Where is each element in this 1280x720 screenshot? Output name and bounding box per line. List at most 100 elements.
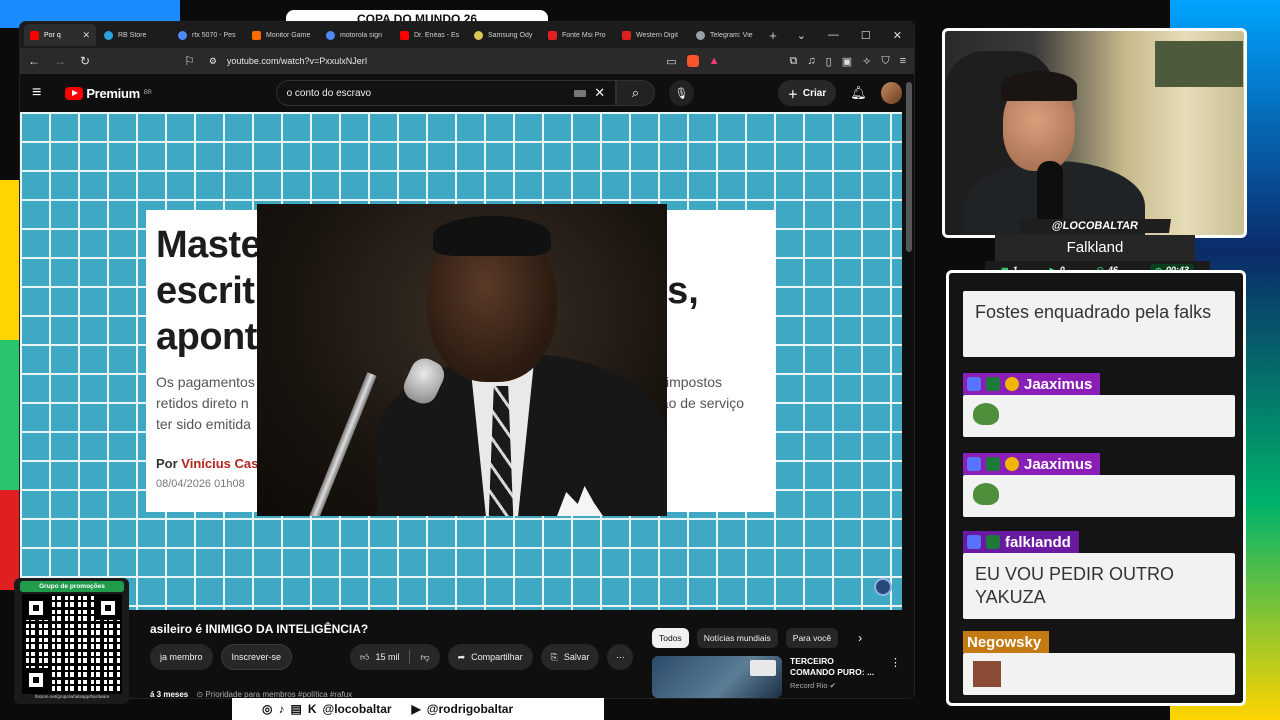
wallet-icon[interactable]: ▣ [842, 55, 852, 68]
chip-todos[interactable]: Todos [652, 628, 689, 648]
keyboard-icon[interactable] [574, 89, 587, 97]
rec-thumbnail[interactable] [652, 656, 782, 698]
coin-badge-icon [1005, 457, 1019, 471]
chip-para-voce[interactable]: Para você [785, 628, 839, 648]
maximize-icon[interactable]: ☐ [861, 29, 871, 42]
menu-icon[interactable]: ≡ [900, 55, 906, 67]
window-controls: ⌄ — ☐ ✕ [797, 29, 914, 42]
para-line: retidos direto n [156, 395, 249, 411]
tab-fonte[interactable]: Fonte Msi Pro [542, 24, 614, 46]
leo-icon[interactable]: ✧ [862, 55, 871, 68]
minimize-icon[interactable]: — [828, 29, 839, 42]
channel-watermark-icon[interactable] [874, 578, 892, 596]
notifications-bell-icon[interactable]: 🔔︎ [850, 85, 867, 101]
back-icon[interactable]: ← [28, 54, 40, 68]
headline-line: Maste [156, 224, 262, 266]
vpn-icon[interactable]: ⛉ [881, 55, 889, 68]
chat-username-text: falkIandd [1005, 533, 1071, 551]
prime-badge-icon [967, 457, 981, 471]
join-button[interactable]: ja membro [150, 644, 213, 670]
brave-shields-icon[interactable] [686, 55, 699, 67]
youtube-logo[interactable]: Premium BR [65, 86, 152, 101]
url-field[interactable]: ⚙ youtube.com/watch?v=PxxulxNJerI [209, 56, 652, 67]
sidebar-icon[interactable]: ▯ [826, 55, 832, 68]
tab-title: Fonte Msi Pro [562, 31, 606, 39]
subscribe-button[interactable]: Inscrever-se [220, 644, 293, 670]
more-actions-button[interactable]: ⋯ [607, 644, 634, 670]
youtube-header: ≡ Premium BR o conto do escravo ✕ ⌕ 🎙︎ ＋… [20, 74, 914, 112]
mic-icon: 🎙︎ [674, 87, 689, 100]
tab-monitor[interactable]: Monitor Game [246, 24, 318, 46]
divider [409, 650, 411, 664]
extensions-icon[interactable]: ⧉ [790, 55, 798, 68]
promo-qr-card: Grupo de promoções rbstore.net/grupo/wha… [14, 578, 129, 704]
chip-noticias[interactable]: Notícias mundiais [696, 628, 778, 648]
dislike-icon[interactable]: 👎︎ [420, 652, 429, 663]
chat-overlay: Fostes enquadrado pela falks Jaaximus Ja… [946, 270, 1246, 706]
tab-western[interactable]: Western Digit [616, 24, 688, 46]
like-icon[interactable]: 👍︎ [360, 652, 369, 663]
kebab-menu-icon[interactable]: ⋮ [890, 656, 901, 698]
recommendation-chips: Todos Notícias mundiais Para você › [652, 628, 862, 648]
tab-samsung[interactable]: Samsung Ody [468, 24, 540, 46]
tab-title: Samsung Ody [488, 31, 533, 39]
cast-icon[interactable]: ▭ [666, 55, 676, 68]
video-player[interactable]: Maste escrit apont n es, Os pagamentos r… [20, 112, 902, 610]
brave-rewards-icon[interactable]: ▲ [709, 55, 720, 67]
voice-search-button[interactable]: 🎙︎ [668, 80, 694, 106]
rec-title[interactable]: TERCEIRO COMANDO PURO: ... [790, 656, 880, 678]
prime-badge-icon [967, 377, 981, 391]
chevron-right-icon[interactable]: › [858, 631, 862, 645]
store-favicon-icon [622, 30, 631, 40]
hamburger-menu-icon[interactable]: ≡ [32, 84, 51, 102]
tab-youtube[interactable]: Por q ✕ [24, 24, 96, 46]
new-tab-button[interactable]: + [764, 28, 782, 43]
tab-rtx[interactable]: rtx 5070 - Pes [172, 24, 244, 46]
telegram-favicon-icon [104, 30, 113, 40]
search-input[interactable]: o conto do escravo ✕ [275, 80, 617, 106]
browser-window: Por q ✕ RB Store rtx 5070 - Pes Monitor … [20, 22, 914, 698]
recommended-video[interactable]: TERCEIRO COMANDO PURO: ... Record Rio ✔ … [652, 656, 901, 698]
bookmark-icon[interactable]: ⚐ [184, 54, 195, 68]
like-count[interactable]: 15 mil [375, 652, 399, 662]
streamer-handle: @LOCOBALTAR [1019, 219, 1171, 233]
account-avatar[interactable] [880, 82, 902, 104]
reload-icon[interactable]: ↻ [80, 54, 90, 68]
chat-username-text: Jaaximus [1024, 455, 1093, 473]
create-button[interactable]: ＋ Criar [777, 80, 837, 106]
tab-rbstore[interactable]: RB Store [98, 24, 170, 46]
tab-telegram[interactable]: Telegram: Vie [690, 24, 762, 46]
address-bar: ← → ↻ ⚐ ⚙ youtube.com/watch?v=PxxulxNJer… [20, 48, 914, 74]
chat-username: Jaaximus [963, 373, 1101, 395]
close-window-icon[interactable]: ✕ [893, 29, 902, 42]
tab-title: Western Digit [636, 31, 678, 39]
tab-title: RB Store [118, 31, 147, 39]
video-info: asileiro é INIMIGO DA INTELIGÊNCIA? ja m… [20, 610, 902, 698]
subscribe-label: Inscrever-se [231, 652, 282, 662]
tab-search-icon[interactable]: ⌄ [797, 29, 806, 42]
qr-corner [24, 596, 48, 620]
para-right-line: impostos [666, 374, 723, 390]
site-info-icon[interactable]: ⚙ [209, 56, 217, 67]
meta-tags: ⊙ Prioridade para membros #política #raf… [196, 690, 353, 698]
save-icon: ⎘ [550, 651, 558, 662]
forward-icon[interactable]: → [54, 54, 66, 68]
media-icon[interactable]: ♫ [807, 55, 815, 67]
share-label: Compartilhar [471, 652, 523, 662]
shelf-shape [1155, 41, 1243, 87]
close-tab-icon[interactable]: ✕ [82, 30, 90, 41]
tab-motorola[interactable]: motorola sign [320, 24, 392, 46]
singer-photo-overlay [257, 204, 667, 516]
page-scrollbar[interactable] [906, 82, 912, 252]
search-button[interactable]: ⌕ [616, 80, 655, 106]
tab-title: Por q [44, 31, 61, 39]
store-favicon-icon [252, 30, 261, 40]
prime-badge-icon [967, 535, 981, 549]
tab-eneas[interactable]: Dr. Enéas - Es [394, 24, 466, 46]
youtube-favicon-icon [400, 30, 409, 40]
share-button[interactable]: ➦ Compartilhar [447, 644, 533, 670]
save-button[interactable]: ⎘ Salvar [540, 644, 600, 670]
clear-search-icon[interactable]: ✕ [594, 85, 605, 101]
store-favicon-icon [474, 30, 483, 40]
para-line: Os pagamentos [156, 374, 255, 390]
